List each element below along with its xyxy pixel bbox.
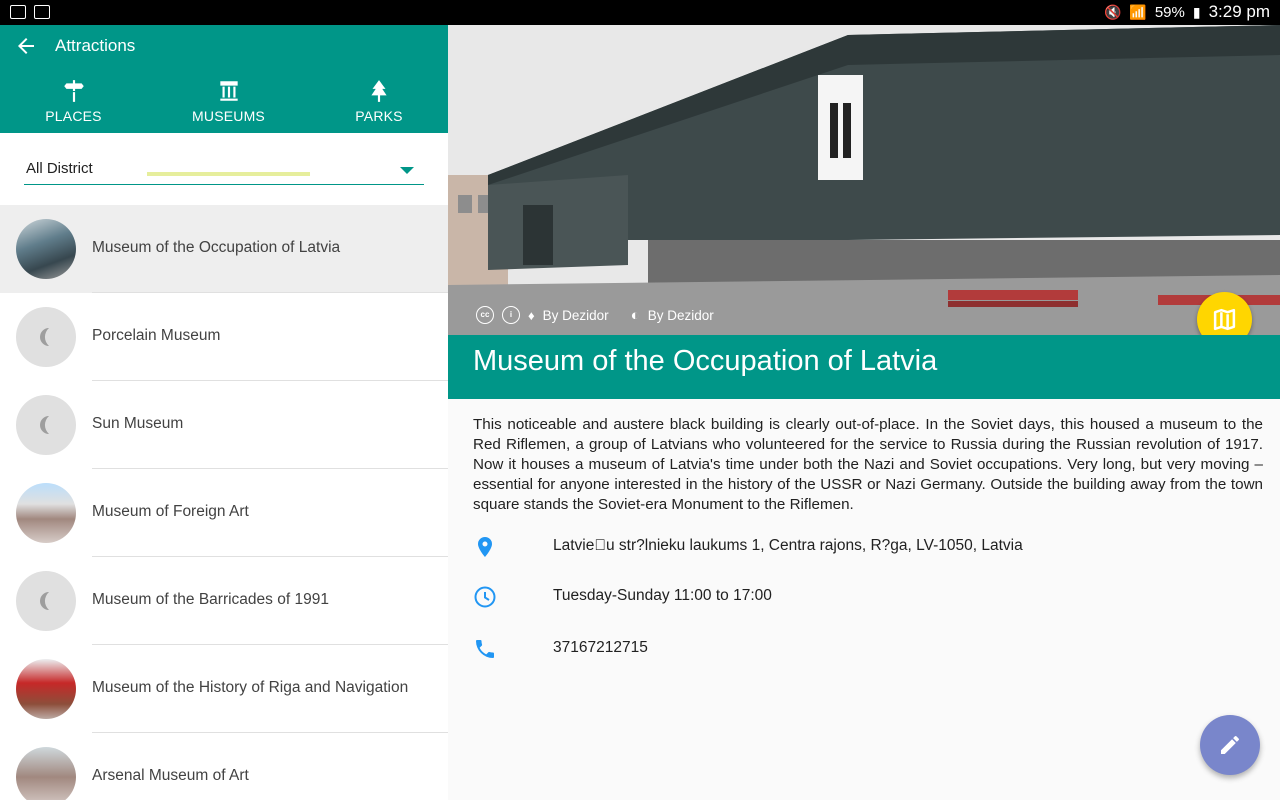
edit-button[interactable] — [1200, 715, 1260, 775]
image-notification-icon — [10, 5, 26, 19]
toolbar: Attractions — [0, 25, 448, 68]
clock-icon — [474, 586, 496, 608]
status-bar: 🔇 📶 59% ▮ 3:29 pm — [0, 0, 1280, 25]
map-icon — [1213, 308, 1236, 331]
list-item[interactable]: Sun Museum — [0, 381, 448, 469]
credit-author-1[interactable]: By Dezidor — [543, 308, 609, 323]
detail-title-bar: Museum of the Occupation of Latvia — [448, 335, 1280, 399]
thumbnail-photo — [16, 659, 76, 719]
location-pin-icon — [478, 537, 492, 557]
thumbnail-photo — [16, 483, 76, 543]
back-arrow-icon[interactable] — [14, 34, 38, 58]
thumbnail-photo — [16, 747, 76, 800]
museum-building-photo — [448, 25, 1280, 335]
list-item[interactable]: Museum of the Barricades of 1991 — [0, 557, 448, 645]
museum-icon — [219, 81, 238, 101]
list-item[interactable]: Porcelain Museum — [0, 293, 448, 381]
mail-notification-icon — [34, 5, 50, 19]
district-dropdown[interactable]: All District — [24, 155, 424, 185]
detail-title: Museum of the Occupation of Latvia — [473, 345, 938, 377]
credit-author-2[interactable]: By Dezidor — [648, 308, 714, 323]
category-tabs: PLACES MUSEUMS PARKS — [0, 68, 448, 176]
photo-credits: cc i ♦ By Dezidor ◐ By Dezidor — [476, 306, 714, 324]
attractions-list-panel: Attractions PLACES MUSEUMS PARKS All Dis… — [0, 25, 448, 800]
address-row[interactable]: Latvie u str?lnieku laukums 1, Centra ra… — [473, 535, 1263, 565]
mute-icon: 🔇 — [1103, 4, 1122, 20]
placeholder-icon — [31, 586, 49, 616]
list-item[interactable]: Museum of Foreign Art — [0, 469, 448, 557]
toolbar-title: Attractions — [55, 36, 136, 55]
placeholder-icon — [31, 410, 49, 440]
list-item[interactable]: Museum of the Occupation of Latvia — [0, 205, 448, 293]
tree-icon — [371, 80, 387, 102]
district-selected-value: All District — [26, 160, 93, 177]
hero-photo: cc i ♦ By Dezidor ◐ By Dezidor — [448, 25, 1280, 335]
wikipedia-icon: ◐ — [630, 306, 640, 324]
wikimedia-icon: ♦ — [528, 307, 535, 323]
list-item[interactable]: Museum of the History of Riga and Naviga… — [0, 645, 448, 733]
clock: 3:29 pm — [1208, 2, 1270, 21]
battery-icon: ▮ — [1192, 4, 1201, 20]
thumbnail-placeholder — [16, 307, 76, 367]
phone-icon — [476, 640, 494, 658]
phone-row[interactable]: 37167212715 — [473, 637, 1263, 667]
detail-description: This noticeable and austere black buildi… — [473, 416, 1263, 513]
attraction-detail-panel: cc i ♦ By Dezidor ◐ By Dezidor Museum of… — [448, 25, 1280, 800]
thumbnail-placeholder — [16, 571, 76, 631]
tab-museums[interactable]: MUSEUMS — [147, 68, 310, 133]
placeholder-icon — [31, 322, 49, 352]
hours-text: Tuesday-Sunday 11:00 to 17:00 — [553, 587, 772, 604]
museum-list: Museum of the Occupation of Latvia Porce… — [0, 205, 448, 800]
wifi-icon: 📶 — [1129, 4, 1147, 20]
creative-commons-icon: cc — [476, 306, 494, 324]
battery-level: 59% — [1154, 3, 1185, 21]
address-text: Latvie u str?lnieku laukums 1, Centra ra… — [553, 537, 1023, 554]
phone-text: 37167212715 — [553, 639, 648, 656]
tab-places[interactable]: PLACES — [0, 68, 147, 133]
list-item[interactable]: Arsenal Museum of Art — [0, 733, 448, 800]
thumbnail-placeholder — [16, 395, 76, 455]
signpost-icon — [63, 80, 84, 102]
pencil-icon — [1221, 735, 1239, 754]
hours-row: Tuesday-Sunday 11:00 to 17:00 — [473, 585, 1263, 615]
tab-parks[interactable]: PARKS — [310, 68, 448, 133]
dropdown-caret-icon — [400, 167, 414, 174]
attribution-icon: i — [502, 306, 520, 324]
thumbnail-photo — [16, 219, 76, 279]
